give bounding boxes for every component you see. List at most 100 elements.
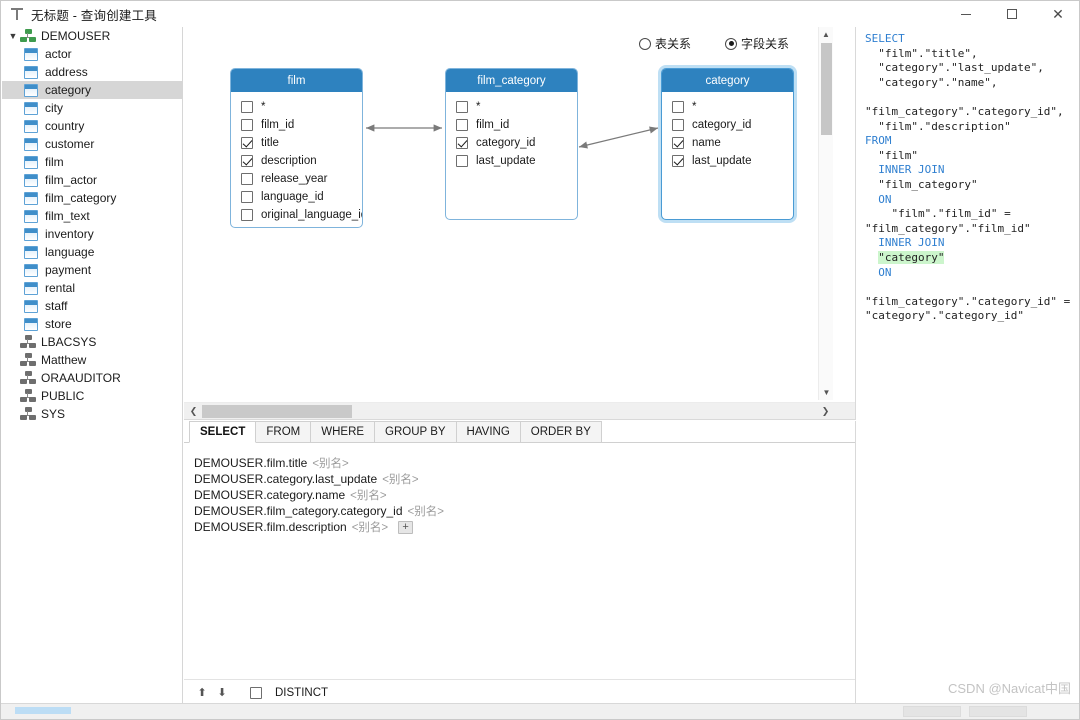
scroll-up-icon[interactable]: ▲ <box>819 27 833 42</box>
diagram-column-row[interactable]: category_id <box>446 134 577 152</box>
checkbox-icon[interactable] <box>672 119 684 131</box>
checkbox-checked-icon[interactable] <box>241 155 253 167</box>
sql-text: "film_category"."category_id" = "categor… <box>865 280 1077 323</box>
scroll-right-icon[interactable]: ❯ <box>818 403 833 419</box>
diagram-column-row[interactable]: film_id <box>446 116 577 134</box>
sql-text: "film"."title", <box>865 46 978 60</box>
tree-item-category[interactable]: category <box>2 81 182 99</box>
tree-item-PUBLIC[interactable]: PUBLIC <box>2 387 182 405</box>
horizontal-scroll-thumb[interactable] <box>202 405 352 418</box>
diagram-column-row[interactable]: last_update <box>446 152 577 170</box>
radio-table-relation[interactable]: 表关系 <box>639 35 691 52</box>
diagram-column-row[interactable]: last_update <box>662 152 793 170</box>
tab-order-by[interactable]: ORDER BY <box>519 421 602 442</box>
diagram-column-list: * category_id name last_update <box>662 92 793 170</box>
tree-item-actor[interactable]: actor <box>2 45 182 63</box>
diagram-horizontal-scrollbar[interactable]: ❮ ❯ <box>184 402 855 419</box>
move-up-button[interactable]: ⬆ <box>192 683 212 703</box>
table-icon <box>24 173 38 187</box>
diagram-table-film[interactable]: film * film_id title description release_yea… <box>230 68 363 228</box>
checkbox-icon[interactable] <box>456 119 468 131</box>
tree-item-SYS[interactable]: SYS <box>2 405 182 423</box>
radio-field-relation[interactable]: 字段关系 <box>725 35 789 52</box>
diagram-table-category[interactable]: category * category_id name last_update <box>661 68 794 220</box>
select-field-alias[interactable]: <别名> <box>352 519 388 535</box>
tree-item-film_actor[interactable]: film_actor <box>2 171 182 189</box>
tab-group-by[interactable]: GROUP BY <box>374 421 457 442</box>
diagram-table-header[interactable]: film_category <box>446 69 577 92</box>
diagram-column-row[interactable]: * <box>446 98 577 116</box>
select-field-row[interactable]: DEMOUSER.film.description <别名> + <box>194 519 855 535</box>
minimize-button[interactable] <box>943 1 989 27</box>
checkbox-checked-icon[interactable] <box>672 137 684 149</box>
checkbox-checked-icon[interactable] <box>456 137 468 149</box>
diagram-column-row[interactable]: category_id <box>662 116 793 134</box>
select-field-row[interactable]: DEMOUSER.film.title <别名> <box>194 455 855 471</box>
tree-item-rental[interactable]: rental <box>2 279 182 297</box>
diagram-column-row[interactable]: name <box>662 134 793 152</box>
diagram-column-row[interactable]: original_language_id <box>231 206 362 224</box>
checkbox-checked-icon[interactable] <box>672 155 684 167</box>
tree-item-address[interactable]: address <box>2 63 182 81</box>
scroll-down-icon[interactable]: ▼ <box>819 385 833 400</box>
tree-item-city[interactable]: city <box>2 99 182 117</box>
diagram-column-row[interactable]: * <box>231 98 362 116</box>
diagram-column-row[interactable]: * <box>662 98 793 116</box>
tree-item-language[interactable]: language <box>2 243 182 261</box>
sql-preview-pane[interactable]: SELECT "film"."title", "category"."last_… <box>857 27 1079 705</box>
tree-item-film_category[interactable]: film_category <box>2 189 182 207</box>
diagram-canvas[interactable]: 表关系 字段关系 film * film_id title descriptio… <box>184 27 833 400</box>
distinct-checkbox[interactable]: DISTINCT <box>250 686 328 699</box>
diagram-column-row[interactable]: release_year <box>231 170 362 188</box>
diagram-table-film-category[interactable]: film_category * film_id category_id last_up… <box>445 68 578 220</box>
select-field-alias[interactable]: <别名> <box>350 487 386 503</box>
tree-item-LBACSYS[interactable]: LBACSYS <box>2 333 182 351</box>
tree-item-customer[interactable]: customer <box>2 135 182 153</box>
checkbox-icon[interactable] <box>241 209 253 221</box>
move-down-button[interactable]: ⬇ <box>212 683 232 703</box>
tab-select[interactable]: SELECT <box>189 421 257 443</box>
diagram-column-row[interactable]: title <box>231 134 362 152</box>
tab-having[interactable]: HAVING <box>455 421 521 442</box>
tree-node-demouser[interactable]: ▼ DEMOUSER <box>2 27 182 45</box>
tree-item-payment[interactable]: payment <box>2 261 182 279</box>
diagram-vertical-scrollbar[interactable]: ▲ ▼ <box>818 27 833 400</box>
diagram-table-header[interactable]: category <box>662 69 793 92</box>
close-button[interactable]: ✕ <box>1035 1 1079 27</box>
diagram-column-row[interactable]: description <box>231 152 362 170</box>
select-field-alias[interactable]: <别名> <box>312 455 348 471</box>
select-field-alias[interactable]: <别名> <box>408 503 444 519</box>
add-field-button[interactable]: + <box>398 520 414 534</box>
schema-tree[interactable]: ▼ DEMOUSER actor address category city count… <box>2 27 183 705</box>
window-controls: ✕ <box>943 1 1079 27</box>
select-field-row[interactable]: DEMOUSER.category.last_update <别名> <box>194 471 855 487</box>
checkbox-icon[interactable] <box>672 101 684 113</box>
tree-item-Matthew[interactable]: Matthew <box>2 351 182 369</box>
checkbox-checked-icon[interactable] <box>241 137 253 149</box>
maximize-button[interactable] <box>989 1 1035 27</box>
chevron-down-icon[interactable]: ▼ <box>6 31 20 41</box>
tree-item-staff[interactable]: staff <box>2 297 182 315</box>
checkbox-icon[interactable] <box>456 155 468 167</box>
select-field-alias[interactable]: <别名> <box>382 471 418 487</box>
select-field-row[interactable]: DEMOUSER.film_category.category_id <别名> <box>194 503 855 519</box>
tree-item-inventory[interactable]: inventory <box>2 225 182 243</box>
checkbox-icon[interactable] <box>241 101 253 113</box>
tree-item-ORAAUDITOR[interactable]: ORAAUDITOR <box>2 369 182 387</box>
tree-item-film[interactable]: film <box>2 153 182 171</box>
checkbox-icon[interactable] <box>241 119 253 131</box>
scroll-left-icon[interactable]: ❮ <box>186 403 201 419</box>
tree-item-store[interactable]: store <box>2 315 182 333</box>
checkbox-icon[interactable] <box>241 173 253 185</box>
diagram-column-row[interactable]: language_id <box>231 188 362 206</box>
tree-item-country[interactable]: country <box>2 117 182 135</box>
vertical-scroll-thumb[interactable] <box>821 43 832 135</box>
select-field-row[interactable]: DEMOUSER.category.name <别名> <box>194 487 855 503</box>
diagram-table-header[interactable]: film <box>231 69 362 92</box>
diagram-column-row[interactable]: film_id <box>231 116 362 134</box>
tab-where[interactable]: WHERE <box>310 421 376 442</box>
checkbox-icon[interactable] <box>456 101 468 113</box>
tab-from[interactable]: FROM <box>255 421 312 442</box>
tree-item-film_text[interactable]: film_text <box>2 207 182 225</box>
checkbox-icon[interactable] <box>241 191 253 203</box>
